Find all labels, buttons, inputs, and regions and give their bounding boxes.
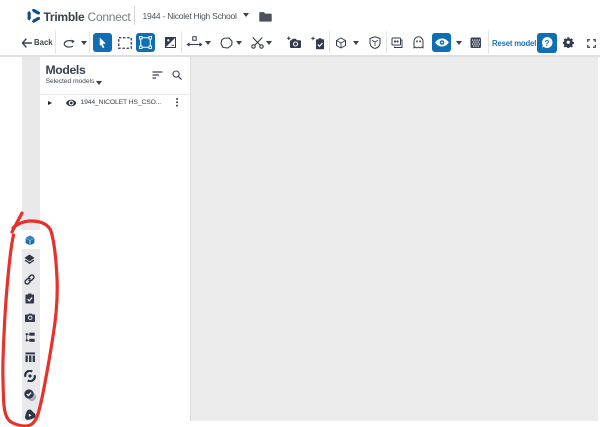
svg-text:?: ? <box>544 39 549 48</box>
